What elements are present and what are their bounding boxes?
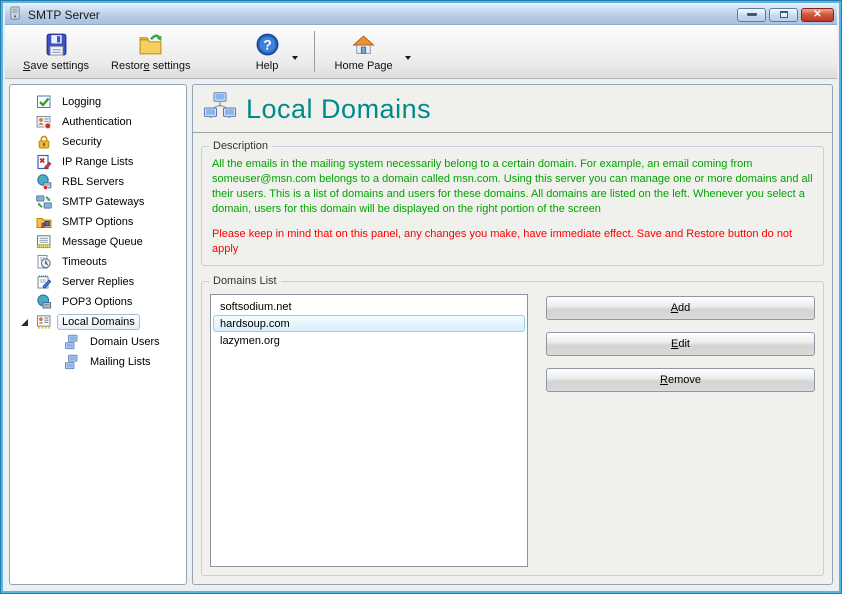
domains-list-legend: Domains List bbox=[209, 275, 281, 287]
sidebar-item-label: Mailing Lists bbox=[85, 354, 156, 370]
message-queue-icon bbox=[36, 234, 52, 250]
sidebar-item-local-domains[interactable]: Local Domains bbox=[12, 312, 184, 332]
sidebar-item-label: Local Domains bbox=[57, 314, 140, 330]
domain-list-item[interactable]: lazymen.org bbox=[213, 332, 525, 349]
remove-button-label: Remove bbox=[660, 374, 701, 386]
content-area: Logging Authentication bbox=[5, 79, 837, 589]
smtp-options-icon bbox=[36, 214, 52, 230]
sidebar-item-label: Server Replies bbox=[57, 274, 139, 290]
server-replies-icon bbox=[36, 274, 52, 290]
home-page-label: Home Page bbox=[335, 60, 393, 72]
mailing-lists-icon bbox=[64, 354, 80, 370]
timeouts-icon bbox=[36, 254, 52, 270]
home-icon bbox=[351, 32, 376, 57]
toolbar-separator bbox=[314, 31, 315, 72]
logging-icon bbox=[36, 94, 52, 110]
restore-icon bbox=[138, 32, 163, 57]
header-separator bbox=[193, 132, 832, 133]
sidebar-item-label: Timeouts bbox=[57, 254, 112, 270]
sidebar-item-domain-users[interactable]: Domain Users bbox=[12, 332, 184, 352]
edit-button[interactable]: Edit bbox=[546, 332, 815, 356]
page-header: Local Domains bbox=[201, 89, 824, 132]
app-window: SMTP Server ✕ Save settings bbox=[0, 0, 842, 594]
help-button[interactable]: ? Help bbox=[245, 27, 290, 76]
sidebar-item-label: Security bbox=[57, 134, 107, 150]
add-button-label: Add bbox=[671, 302, 691, 314]
maximize-button[interactable] bbox=[769, 8, 798, 22]
local-domains-icon bbox=[36, 314, 52, 330]
domain-users-icon bbox=[64, 334, 80, 350]
sidebar-item-label: SMTP Options bbox=[57, 214, 138, 230]
sidebar-item-smtp-gateways[interactable]: SMTP Gateways bbox=[12, 192, 184, 212]
edit-button-label: Edit bbox=[671, 338, 690, 350]
domains-listbox[interactable]: softsodium.net hardsoup.com lazymen.org bbox=[210, 294, 528, 567]
help-icon: ? bbox=[255, 32, 280, 57]
ip-range-lists-icon bbox=[36, 154, 52, 170]
sidebar-item-label: IP Range Lists bbox=[57, 154, 138, 170]
toolbar: Save settings Restore settings ? bbox=[5, 25, 837, 79]
authentication-icon bbox=[36, 114, 52, 130]
description-text: All the emails in the mailing system nec… bbox=[212, 157, 813, 217]
minimize-button[interactable] bbox=[737, 8, 766, 22]
local-domains-header-icon bbox=[203, 92, 237, 127]
domains-list-groupbox: Domains List softsodium.net hardsoup.com… bbox=[201, 281, 824, 576]
sidebar-item-label: Logging bbox=[57, 94, 106, 110]
sidebar-item-timeouts[interactable]: Timeouts bbox=[12, 252, 184, 272]
sidebar-item-pop3-options[interactable]: POP3 Options bbox=[12, 292, 184, 312]
description-groupbox: Description All the emails in the mailin… bbox=[201, 146, 824, 266]
sidebar-tree: Logging Authentication bbox=[9, 84, 187, 585]
sidebar-item-label: Authentication bbox=[57, 114, 137, 130]
rbl-servers-icon bbox=[36, 174, 52, 190]
save-settings-button[interactable]: Save settings bbox=[13, 27, 99, 76]
home-page-button[interactable]: Home Page bbox=[325, 27, 403, 76]
restore-settings-label: Restore settings bbox=[111, 60, 191, 72]
app-icon bbox=[8, 6, 23, 24]
remove-button[interactable]: Remove bbox=[546, 368, 815, 392]
sidebar-item-security[interactable]: Security bbox=[12, 132, 184, 152]
sidebar-item-logging[interactable]: Logging bbox=[12, 92, 184, 112]
restore-settings-button[interactable]: Restore settings bbox=[101, 27, 201, 76]
sidebar-item-ip-range-lists[interactable]: IP Range Lists bbox=[12, 152, 184, 172]
close-icon: ✕ bbox=[813, 10, 821, 20]
window-controls: ✕ bbox=[737, 8, 834, 22]
help-dropdown-arrow[interactable] bbox=[292, 56, 298, 60]
sidebar-item-label: SMTP Gateways bbox=[57, 194, 149, 210]
description-legend: Description bbox=[209, 140, 272, 152]
sidebar-item-label: Message Queue bbox=[57, 234, 148, 250]
main-panel: Local Domains Description All the emails… bbox=[192, 84, 833, 585]
sidebar-item-message-queue[interactable]: Message Queue bbox=[12, 232, 184, 252]
tree-expander-icon[interactable] bbox=[21, 319, 28, 326]
help-label: Help bbox=[256, 60, 279, 72]
domain-list-item-selected[interactable]: hardsoup.com bbox=[213, 315, 525, 332]
save-settings-label: Save settings bbox=[23, 60, 89, 72]
pop3-options-icon bbox=[36, 294, 52, 310]
toolbar-spacer bbox=[203, 27, 243, 76]
smtp-gateways-icon bbox=[36, 194, 52, 210]
home-page-dropdown-arrow[interactable] bbox=[405, 56, 411, 60]
domain-list-item[interactable]: softsodium.net bbox=[213, 298, 525, 315]
titlebar: SMTP Server ✕ bbox=[5, 5, 837, 25]
add-button[interactable]: Add bbox=[546, 296, 815, 320]
security-icon bbox=[36, 134, 52, 150]
sidebar-item-mailing-lists[interactable]: Mailing Lists bbox=[12, 352, 184, 372]
window-title: SMTP Server bbox=[28, 8, 100, 22]
page-title: Local Domains bbox=[246, 94, 431, 125]
close-button[interactable]: ✕ bbox=[801, 8, 834, 22]
maximize-icon bbox=[780, 11, 788, 18]
svg-text:?: ? bbox=[263, 36, 272, 52]
sidebar-item-label: Domain Users bbox=[85, 334, 165, 350]
sidebar-item-rbl-servers[interactable]: RBL Servers bbox=[12, 172, 184, 192]
save-icon bbox=[44, 32, 69, 57]
sidebar-item-authentication[interactable]: Authentication bbox=[12, 112, 184, 132]
sidebar-item-label: POP3 Options bbox=[57, 294, 137, 310]
sidebar-item-server-replies[interactable]: Server Replies bbox=[12, 272, 184, 292]
domain-actions: Add Edit Remove bbox=[546, 294, 815, 567]
description-warning-text: Please keep in mind that on this panel, … bbox=[212, 227, 813, 257]
minimize-icon bbox=[747, 13, 757, 16]
sidebar-item-smtp-options[interactable]: SMTP Options bbox=[12, 212, 184, 232]
sidebar-item-label: RBL Servers bbox=[57, 174, 129, 190]
